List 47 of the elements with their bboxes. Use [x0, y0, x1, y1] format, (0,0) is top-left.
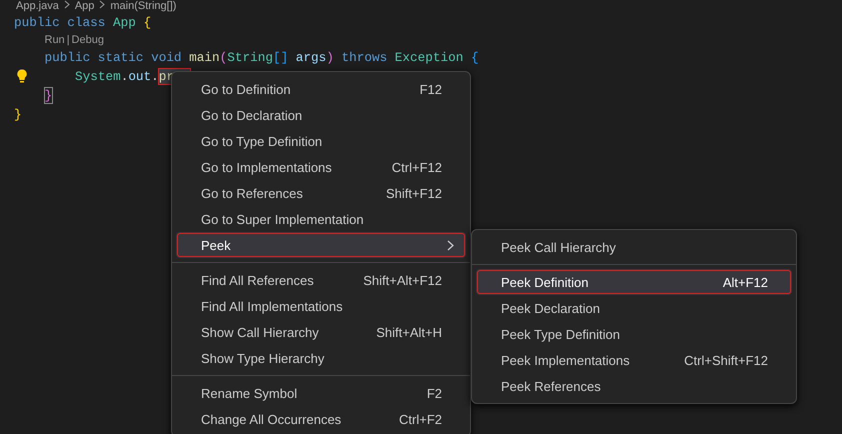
- breadcrumb-item[interactable]: main(String[]): [110, 0, 176, 13]
- code-token: public: [14, 15, 61, 30]
- menu-item[interactable]: Show Type Hierarchy: [176, 345, 466, 371]
- code-token: void: [151, 50, 183, 65]
- code-token: Exception: [394, 50, 464, 65]
- lightbulb-icon[interactable]: [17, 69, 27, 83]
- code-token: {: [470, 50, 479, 65]
- code-token: {: [143, 15, 152, 30]
- code-token: throws: [342, 50, 388, 65]
- breadcrumb-item[interactable]: App.java: [16, 0, 59, 13]
- menu-item[interactable]: Change All Occurrences Ctrl+F2: [176, 406, 466, 432]
- code-token: ): [326, 50, 335, 65]
- menu-item[interactable]: Peek Type Definition: [476, 321, 792, 347]
- menu-item[interactable]: Peek Definition Alt+F12: [476, 269, 792, 295]
- code-token: class: [67, 15, 106, 30]
- code-token: (: [220, 50, 228, 65]
- menu-item[interactable]: Find All References Shift+Alt+F12: [176, 267, 466, 293]
- menu-item[interactable]: Show Call Hierarchy Shift+Alt+H: [176, 319, 466, 345]
- menu-item[interactable]: Peek Call Hierarchy: [476, 234, 792, 260]
- menu-item[interactable]: Peek References: [476, 373, 792, 399]
- menu-item[interactable]: Find All Implementations: [176, 293, 466, 319]
- code-token: System: [75, 69, 121, 84]
- code-token: .: [120, 69, 128, 84]
- menu-item[interactable]: Peek Implementations Ctrl+Shift+F12: [476, 347, 792, 373]
- code-token: out: [128, 69, 152, 84]
- menu-item[interactable]: Go to Type Definition: [176, 128, 466, 154]
- codelens-link[interactable]: Debug: [72, 34, 104, 46]
- separator-text: |: [66, 34, 71, 46]
- code-token: .: [151, 69, 159, 84]
- menu-item[interactable]: Go to Implementations Ctrl+F12: [176, 154, 466, 180]
- code-token: []: [272, 50, 290, 65]
- code-token: }: [44, 88, 52, 103]
- menu-item[interactable]: Go to References Shift+F12: [176, 180, 466, 206]
- menu-item[interactable]: Go to Declaration: [176, 102, 466, 128]
- menu-item[interactable]: Rename Symbol F2: [176, 380, 466, 406]
- code-token: String: [227, 50, 273, 65]
- menu-item[interactable]: Go to Super Implementation: [176, 206, 466, 232]
- menu-item[interactable]: Peek: [176, 232, 466, 258]
- code-token: args: [296, 50, 326, 65]
- codelens-link[interactable]: Run: [44, 34, 65, 46]
- code-token: }: [14, 107, 22, 122]
- code-token: static: [98, 50, 144, 65]
- code-token: App: [112, 15, 137, 30]
- menu-item[interactable]: Peek Declaration: [476, 295, 792, 321]
- code-token: public: [44, 50, 92, 65]
- breadcrumb-item[interactable]: App: [74, 0, 94, 13]
- code-token: main: [189, 50, 220, 65]
